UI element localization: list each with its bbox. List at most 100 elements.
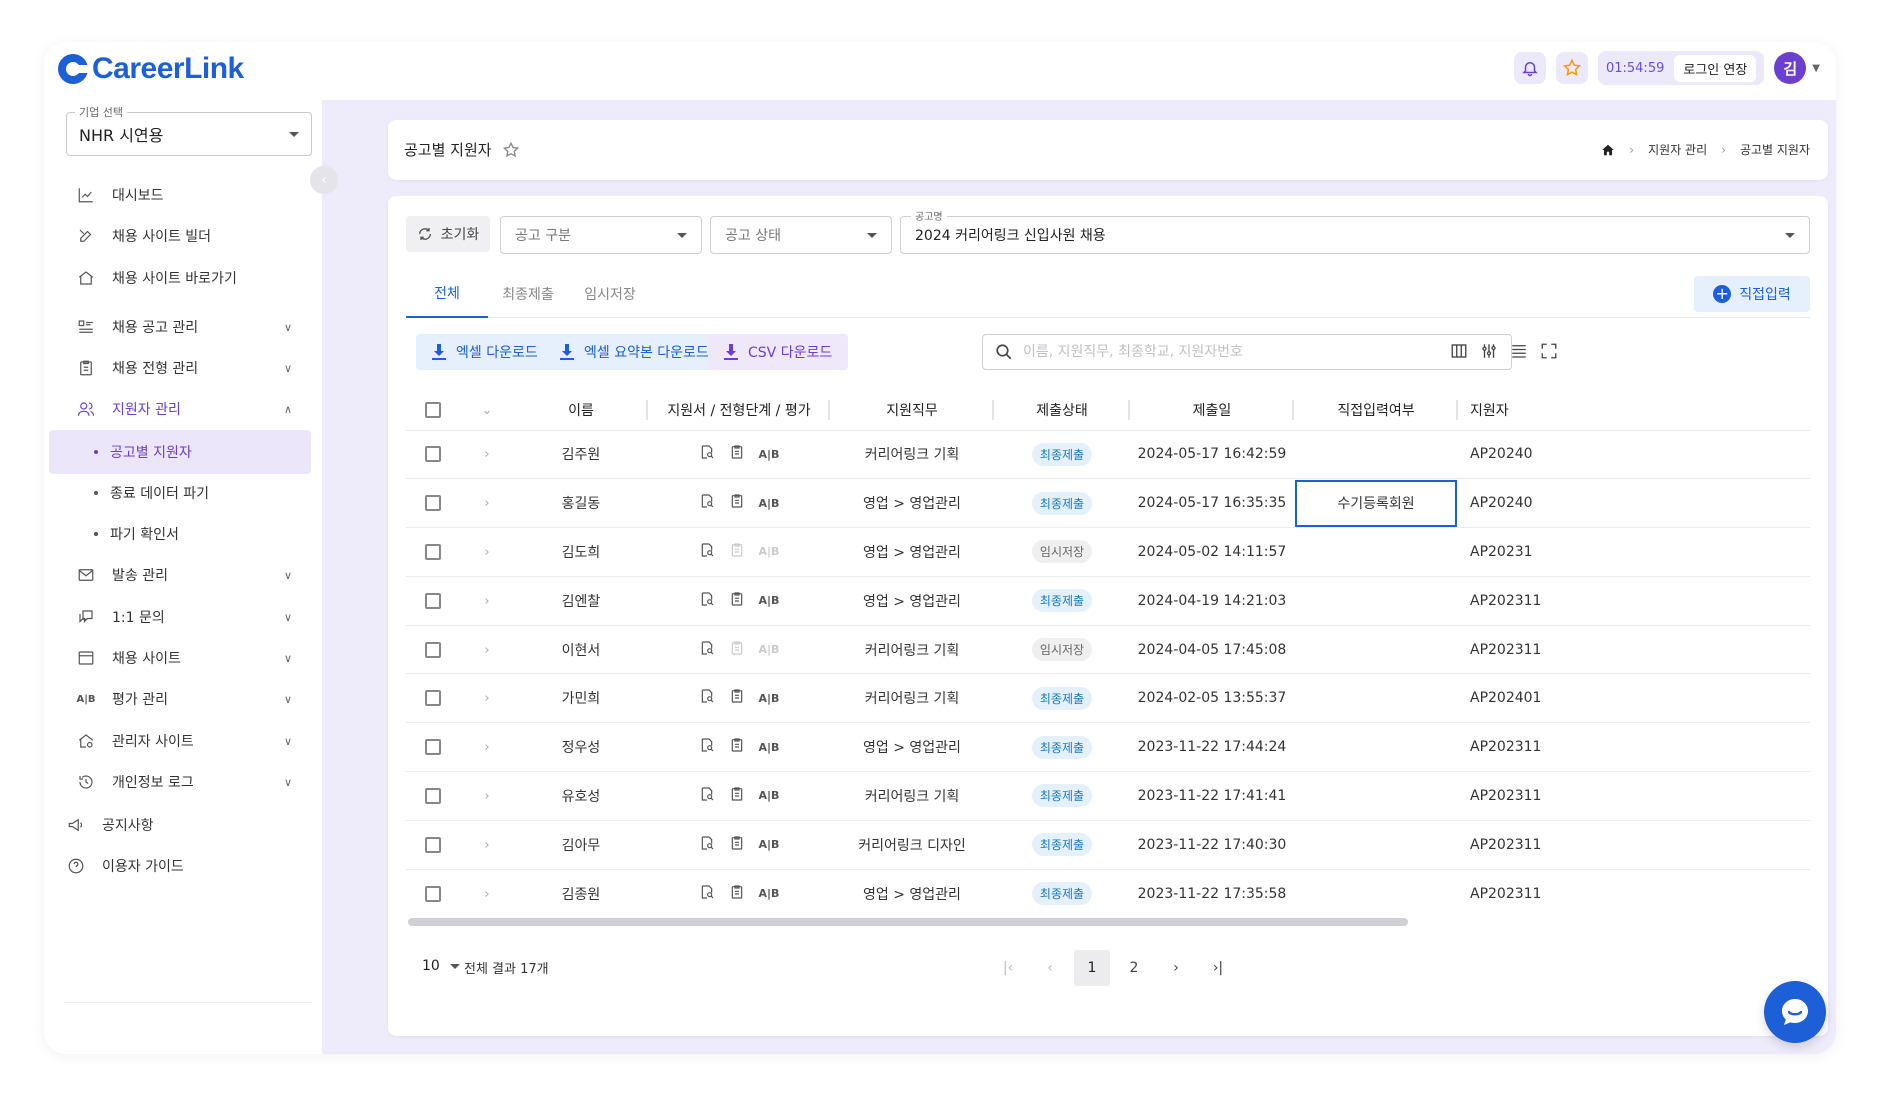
application-view-icon[interactable] bbox=[699, 444, 715, 464]
cell-name[interactable]: 홍길동 bbox=[514, 478, 648, 528]
sidebar-collapse-button[interactable]: ‹ bbox=[310, 166, 338, 194]
sidebar-item-dashboard[interactable]: 대시보드 bbox=[52, 174, 314, 216]
page-button[interactable]: 1 bbox=[1074, 950, 1110, 986]
table-row[interactable]: › 김종원 A|B 영업 > 영업관리 최종제출 2023-11-22 17:35:58 A… bbox=[406, 868, 1810, 910]
sidebar-item-privacy-log[interactable]: 개인정보 로그 ∨ bbox=[52, 761, 314, 803]
breadcrumb-item[interactable]: 지원자 관리 bbox=[1648, 141, 1707, 158]
table-row[interactable]: › 유호성 A|B 커리어링크 기획 최종제출 2023-11-22 17:41:41 AP… bbox=[406, 771, 1810, 821]
sidebar-item-admin-site[interactable]: 관리자 사이트 ∨ bbox=[52, 720, 314, 762]
cell-name[interactable]: 정우성 bbox=[514, 722, 648, 772]
chat-support-button[interactable] bbox=[1764, 981, 1826, 1043]
sidebar-item-evaluation[interactable]: A|B 평가 관리 ∨ bbox=[52, 678, 314, 720]
sidebar-item-site-builder[interactable]: 채용 사이트 빌더 bbox=[52, 215, 314, 257]
caret-down-icon[interactable]: ▼ bbox=[1812, 63, 1820, 74]
chevron-right-icon[interactable]: › bbox=[484, 691, 489, 706]
row-checkbox[interactable] bbox=[425, 495, 441, 512]
process-stage-icon[interactable] bbox=[729, 835, 745, 855]
application-view-icon[interactable] bbox=[699, 640, 715, 660]
row-checkbox[interactable] bbox=[425, 739, 441, 756]
cell-name[interactable]: 유호성 bbox=[514, 771, 648, 821]
first-page-button[interactable]: |‹ bbox=[990, 950, 1026, 986]
star-outline-icon[interactable] bbox=[502, 141, 520, 159]
cell-direct-input[interactable]: 수기등록회원 bbox=[1294, 478, 1458, 528]
cell-name[interactable]: 김엔찰 bbox=[514, 575, 648, 626]
cell-direct-input[interactable] bbox=[1294, 624, 1458, 674]
evaluation-ab-icon[interactable]: A|B bbox=[759, 838, 780, 851]
tab-all[interactable]: 전체 bbox=[406, 270, 488, 318]
table-row[interactable]: › 홍길동 A|B 영업 > 영업관리 최종제출 2024-05-17 16:35:35 수… bbox=[406, 478, 1810, 528]
application-view-icon[interactable] bbox=[699, 884, 715, 904]
sidebar-subitem-data-destruction[interactable]: 종료 데이터 파기 bbox=[49, 471, 311, 515]
columns-icon[interactable] bbox=[1448, 340, 1470, 362]
cell-direct-input[interactable] bbox=[1294, 819, 1458, 870]
sidebar-item-career-site[interactable]: 채용 사이트 ∨ bbox=[52, 637, 314, 679]
page-button[interactable]: 2 bbox=[1116, 950, 1152, 986]
table-row[interactable]: › 김도희 A|B 영업 > 영업관리 임시저장 2024-05-02 14:11:57 A… bbox=[406, 527, 1810, 577]
sidebar-subitem-destruction-certificate[interactable]: 파기 확인서 bbox=[49, 512, 311, 556]
prev-page-button[interactable]: ‹ bbox=[1032, 950, 1068, 986]
column-header-documents[interactable]: 지원서 / 전형단계 / 평가 bbox=[648, 390, 830, 430]
row-checkbox[interactable] bbox=[425, 446, 441, 463]
chevron-right-icon[interactable]: › bbox=[484, 789, 489, 804]
cell-direct-input[interactable] bbox=[1294, 673, 1458, 723]
company-select[interactable]: 기업 선택 NHR 시연용 bbox=[66, 104, 312, 156]
posting-status-select[interactable]: 공고 상태 bbox=[710, 216, 892, 254]
home-icon[interactable] bbox=[1601, 143, 1615, 157]
process-stage-icon[interactable] bbox=[729, 591, 745, 611]
reset-button[interactable]: 초기화 bbox=[406, 216, 490, 252]
application-view-icon[interactable] bbox=[699, 835, 715, 855]
column-header-date[interactable]: 제출일 bbox=[1130, 390, 1294, 430]
column-header-status[interactable]: 제출상태 bbox=[994, 390, 1130, 430]
breadcrumb-item[interactable]: 공고별 지원자 bbox=[1740, 141, 1810, 158]
column-header-name[interactable]: 이름 bbox=[514, 390, 648, 430]
cell-name[interactable]: 김아무 bbox=[514, 819, 648, 870]
rows-per-page-select[interactable]: 10 bbox=[422, 958, 460, 974]
cell-name[interactable]: 이현서 bbox=[514, 624, 648, 674]
column-header-job[interactable]: 지원직무 bbox=[830, 390, 994, 430]
application-view-icon[interactable] bbox=[699, 688, 715, 708]
row-checkbox[interactable] bbox=[425, 543, 441, 560]
process-stage-icon[interactable] bbox=[729, 493, 745, 513]
row-checkbox[interactable] bbox=[425, 836, 441, 853]
application-view-icon[interactable] bbox=[699, 542, 715, 562]
evaluation-ab-icon[interactable]: A|B bbox=[759, 789, 780, 802]
chevron-right-icon[interactable]: › bbox=[484, 838, 489, 853]
cell-direct-input[interactable] bbox=[1294, 575, 1458, 626]
table-row[interactable]: › 정우성 A|B 영업 > 영업관리 최종제출 2023-11-22 17:44:24 A… bbox=[406, 722, 1810, 772]
sidebar-guide-link[interactable]: 이용자 가이드 bbox=[66, 856, 184, 876]
evaluation-ab-icon[interactable]: A|B bbox=[759, 497, 780, 510]
chevron-right-icon[interactable]: › bbox=[484, 887, 489, 902]
excel-download-button[interactable]: 엑셀 다운로드 bbox=[416, 334, 554, 370]
cell-name[interactable]: 김종원 bbox=[514, 868, 648, 910]
cell-name[interactable]: 김주원 bbox=[514, 429, 648, 479]
sidebar-item-sending[interactable]: 발송 관리 ∨ bbox=[52, 554, 314, 596]
sidebar-subitem-applicants-by-posting[interactable]: 공고별 지원자 bbox=[49, 430, 311, 474]
table-row[interactable]: › 김아무 A|B 커리어링크 디자인 최종제출 2023-11-22 17:40:30 A… bbox=[406, 819, 1810, 870]
row-checkbox[interactable] bbox=[425, 641, 441, 658]
application-view-icon[interactable] bbox=[699, 591, 715, 611]
table-row[interactable]: › 김엔찰 A|B 영업 > 영업관리 최종제출 2024-04-19 14:21:03 A… bbox=[406, 575, 1810, 626]
row-checkbox[interactable] bbox=[425, 592, 441, 609]
cell-direct-input[interactable] bbox=[1294, 527, 1458, 577]
sidebar-notice-link[interactable]: 공지사항 bbox=[66, 815, 154, 835]
favorite-button[interactable] bbox=[1555, 52, 1588, 84]
notification-button[interactable] bbox=[1513, 52, 1546, 84]
cell-name[interactable]: 김도희 bbox=[514, 527, 648, 577]
evaluation-ab-icon[interactable]: A|B bbox=[759, 741, 780, 754]
extend-login-button[interactable]: 로그인 연장 bbox=[1674, 54, 1757, 82]
logo[interactable]: CareerLink bbox=[58, 52, 244, 86]
evaluation-ab-icon[interactable]: A|B bbox=[759, 448, 780, 461]
application-view-icon[interactable] bbox=[699, 737, 715, 757]
last-page-button[interactable]: ›| bbox=[1200, 950, 1236, 986]
density-icon[interactable] bbox=[1508, 340, 1530, 362]
scrollbar-thumb[interactable] bbox=[408, 918, 1408, 926]
horizontal-scrollbar[interactable] bbox=[406, 918, 1810, 926]
fullscreen-icon[interactable] bbox=[1538, 340, 1560, 362]
sidebar-item-process[interactable]: 채용 전형 관리 ∨ bbox=[52, 347, 314, 389]
column-header-applicant-id[interactable]: 지원자 bbox=[1458, 390, 1810, 430]
application-view-icon[interactable] bbox=[699, 786, 715, 806]
table-row[interactable]: › 김주원 A|B 커리어링크 기획 최종제출 2024-05-17 16:42:59 AP… bbox=[406, 429, 1810, 479]
evaluation-ab-icon[interactable]: A|B bbox=[759, 594, 780, 607]
direct-input-button[interactable]: + 직접입력 bbox=[1694, 276, 1810, 312]
process-stage-icon[interactable] bbox=[729, 884, 745, 904]
